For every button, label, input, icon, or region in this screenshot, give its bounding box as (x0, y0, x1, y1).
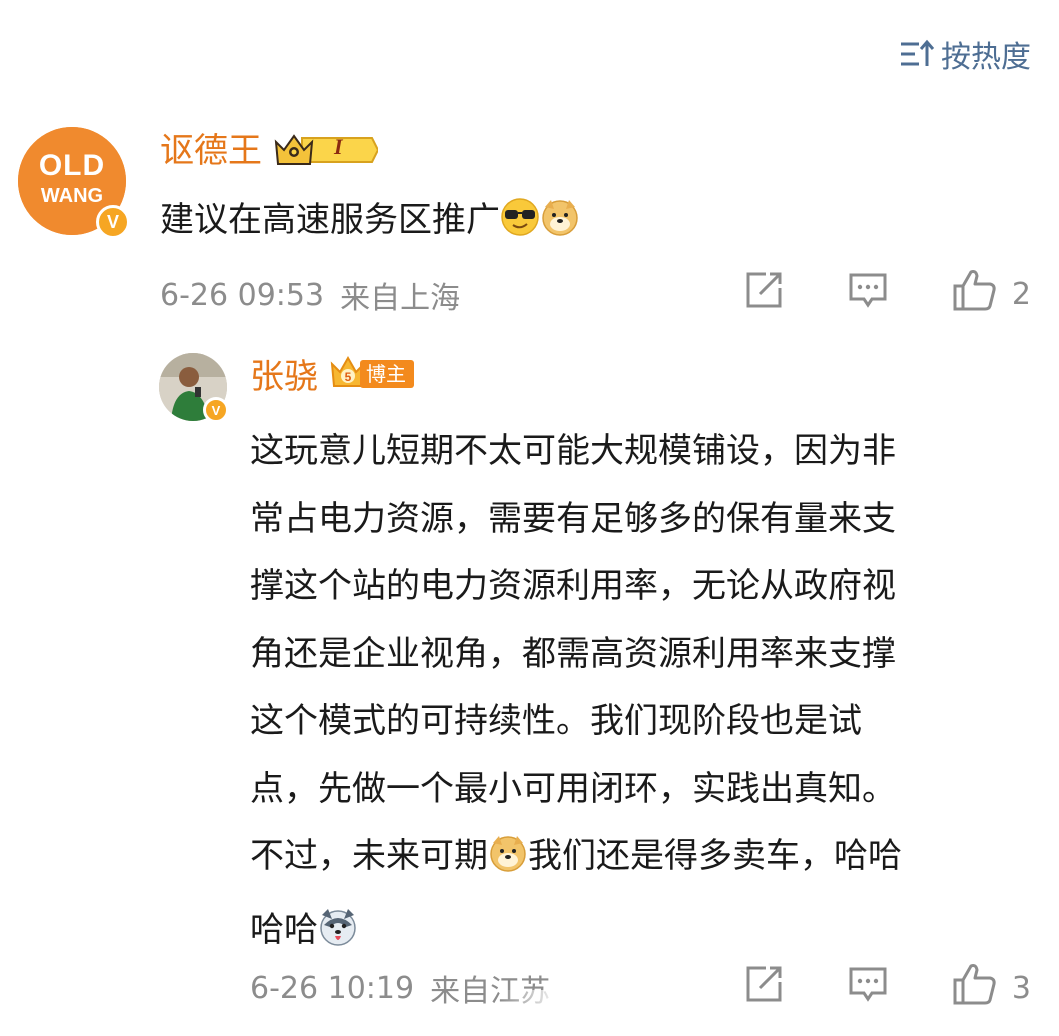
author-badge-label: 博主 (360, 360, 414, 388)
doge-emoji (540, 197, 580, 246)
crown-level-icon (274, 134, 380, 165)
like-count: 3 (1011, 970, 1031, 1006)
timestamp: 6-26 10:19 (250, 970, 415, 1006)
share-button[interactable] (744, 964, 784, 1012)
fan-level: I (334, 134, 343, 159)
reply-text-segment: 我们还是得多卖车，哈哈 (528, 836, 902, 876)
reply-text-segment: 不过，未来可期 (250, 836, 488, 876)
thumbs-up-icon (952, 268, 998, 320)
comment-actions: 3 (744, 962, 1031, 1014)
username[interactable]: 张骁 (250, 360, 318, 394)
sort-icon (899, 39, 935, 69)
like-button[interactable]: 2 (952, 268, 1031, 320)
sort-by-hot-button[interactable]: 按热度 (899, 32, 1031, 76)
sunglasses-emoji (500, 197, 540, 246)
comment-text: 建议在高速服务区推广 (160, 192, 580, 246)
reply-button[interactable] (848, 964, 888, 1012)
doge-emoji (488, 829, 528, 897)
username[interactable]: 讴德王 (160, 134, 262, 168)
reply-line: 撑这个站的电力资源利用率，无论从政府视 (250, 566, 896, 606)
thumbs-up-icon (952, 962, 998, 1014)
reply-line: 这个模式的可持续性。我们现阶段也是试 (250, 701, 862, 741)
avatar[interactable]: V (159, 353, 229, 423)
husky-emoji (318, 903, 358, 971)
avatar[interactable]: OLD WANG V (18, 127, 130, 239)
svg-text:5: 5 (345, 370, 352, 384)
avatar-logo-text-top: OLD (38, 149, 106, 182)
share-icon (744, 270, 784, 318)
timestamp: 6-26 09:53 (160, 277, 325, 313)
reply-button[interactable] (848, 270, 888, 318)
comment-icon (848, 270, 888, 318)
author-badge: 5 博主 (328, 354, 416, 390)
reply-line: 角还是企业视角，都需高资源利用率来支撑 (250, 633, 896, 674)
reply-line-mixed: 哈哈 (250, 897, 1030, 971)
share-icon (744, 964, 784, 1012)
reply-line-mixed: 不过，未来可期 我们还是得多卖车，哈哈 (250, 823, 1030, 897)
reply-text-segment: 哈哈 (250, 909, 318, 950)
verified-badge-icon: V (203, 397, 229, 423)
reply-line: 这玩意儿短期不太可能大规模铺设，因为非 (250, 431, 896, 471)
reply-text: 这玩意儿短期不太可能大规模铺设，因为非 常占电力资源，需要有足够多的保有量来支 … (250, 418, 1030, 970)
like-count: 2 (1011, 276, 1031, 312)
sort-label: 按热度 (941, 40, 1031, 75)
comment-text-content: 建议在高速服务区推广 (160, 200, 500, 240)
verified-badge-icon: V (96, 205, 130, 239)
share-button[interactable] (744, 270, 784, 318)
watermark-fade (500, 990, 640, 1036)
comment-actions: 2 (744, 268, 1031, 320)
comment-meta: 6-26 09:53 来自上海 (160, 273, 460, 317)
like-button[interactable]: 3 (952, 962, 1031, 1014)
fan-badge: I (272, 128, 380, 168)
reply-line: 常占电力资源，需要有足够多的保有量来支 (250, 498, 896, 539)
location: 来自上海 (340, 281, 461, 316)
comment-icon (848, 964, 888, 1012)
reply-line: 点，先做一个最小可用闭环，实践出真知。 (250, 768, 896, 809)
